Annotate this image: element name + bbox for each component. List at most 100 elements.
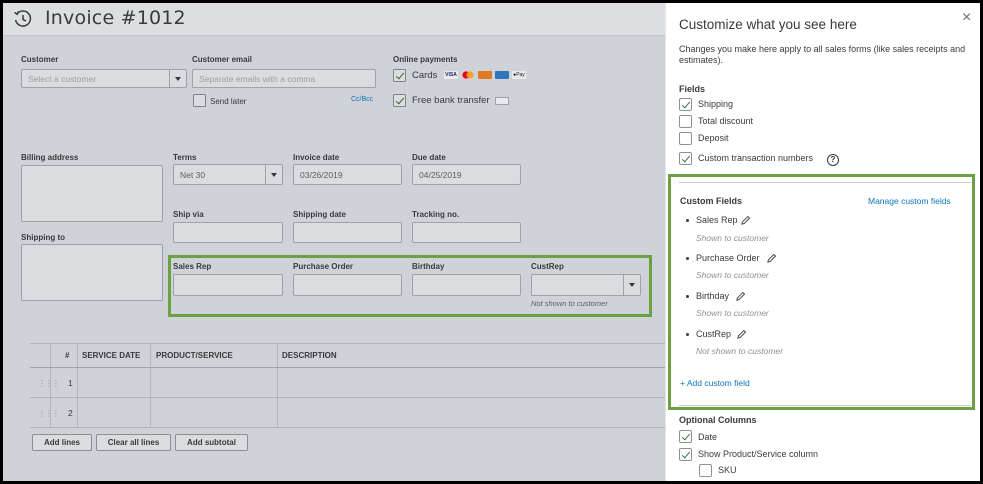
line-items-section: # SERVICE DATE PRODUCT/SERVICE DESCRIPTI…: [3, 331, 665, 481]
row-number: 2: [68, 408, 73, 418]
birthday-input[interactable]: [412, 274, 521, 296]
total-discount-checkbox[interactable]: [679, 115, 692, 128]
tracking-no-label: Tracking no.: [412, 210, 460, 219]
send-later-label: Send later: [210, 97, 247, 106]
table-row[interactable]: ⋮⋮⋮ 2: [30, 398, 665, 428]
invoice-date-input[interactable]: 03/26/2019: [293, 164, 402, 185]
date-column-checkbox[interactable]: [679, 430, 692, 443]
column-divider: [50, 368, 51, 397]
drag-handle-icon[interactable]: ⋮⋮⋮: [38, 379, 60, 388]
customer-email-input[interactable]: Separate emails with a comma: [192, 69, 376, 88]
custom-field-visibility: Shown to customer: [696, 233, 769, 243]
online-payments-label: Online payments: [393, 55, 458, 64]
custrep-dropdown-button[interactable]: [623, 275, 640, 295]
column-divider: [77, 344, 78, 367]
pencil-icon[interactable]: [766, 253, 777, 264]
chevron-down-icon: [175, 76, 181, 81]
billing-address-input[interactable]: [21, 165, 163, 222]
manage-custom-fields-link[interactable]: Manage custom fields: [868, 196, 951, 206]
product-service-column-checkbox[interactable]: [679, 448, 692, 461]
mastercard-icon: [462, 71, 474, 79]
bullet: [686, 333, 689, 336]
custrep-visibility-note: Not shown to customer: [531, 299, 608, 308]
custom-field-visibility: Shown to customer: [696, 270, 769, 280]
custrep-select[interactable]: [531, 274, 641, 296]
chevron-down-icon: [629, 283, 635, 287]
shipping-to-label: Shipping to: [21, 233, 65, 242]
terms-value: Net 30: [180, 169, 206, 180]
deposit-checkbox[interactable]: [679, 132, 692, 145]
cc-bcc-link[interactable]: Cc/Bcc: [351, 96, 373, 103]
add-lines-button[interactable]: Add lines: [32, 434, 92, 451]
add-custom-field-link[interactable]: + Add custom field: [680, 378, 750, 388]
total-discount-label: Total discount: [698, 116, 754, 126]
shipping-date-input[interactable]: [293, 222, 402, 243]
invoice-date-value: 03/26/2019: [300, 169, 343, 180]
custom-field-label: Birthday: [412, 262, 445, 271]
sales-rep-input[interactable]: [173, 274, 283, 296]
customize-panel: Customize what you see here × Changes yo…: [665, 3, 980, 481]
col-header-number: #: [65, 351, 70, 360]
free-bank-transfer-label: Free bank transfer: [412, 95, 490, 106]
custom-field-name: Birthday: [696, 291, 730, 301]
shipping-label: Shipping: [698, 99, 734, 109]
customer-dropdown-button[interactable]: [169, 70, 186, 87]
deposit-label: Deposit: [698, 133, 729, 143]
custom-fields-heading: Custom Fields: [680, 196, 743, 206]
pencil-icon[interactable]: [735, 291, 746, 302]
apple-pay-icon: ●Pay: [512, 71, 526, 79]
amex-icon: [495, 71, 509, 79]
history-icon[interactable]: [13, 9, 33, 29]
optional-columns-heading: Optional Columns: [679, 415, 757, 425]
column-divider: [277, 344, 278, 367]
shipping-date-label: Shipping date: [293, 210, 346, 219]
date-column-label: Date: [698, 432, 718, 442]
chevron-down-icon: [271, 172, 277, 177]
pencil-icon[interactable]: [736, 329, 747, 340]
column-divider: [277, 398, 278, 427]
column-divider: [150, 398, 151, 427]
custom-transaction-numbers-label: Custom transaction numbers: [698, 153, 814, 163]
due-date-input[interactable]: 04/25/2019: [412, 164, 521, 185]
bullet: [686, 219, 689, 222]
shipping-checkbox[interactable]: [679, 98, 692, 111]
pencil-icon[interactable]: [740, 215, 751, 226]
col-header-description: DESCRIPTION: [282, 351, 337, 360]
column-divider: [50, 344, 51, 367]
app-frame: Invoice #1012 Customer Select a customer…: [3, 3, 980, 481]
terms-select[interactable]: Net 30: [173, 164, 283, 185]
bullet: [686, 295, 689, 298]
terms-dropdown-button[interactable]: [265, 165, 282, 184]
cards-checkbox[interactable]: [393, 69, 406, 82]
sku-checkbox[interactable]: [699, 464, 712, 477]
cards-label: Cards: [412, 70, 438, 81]
col-header-product-service: PRODUCT/SERVICE: [156, 351, 233, 360]
clear-all-lines-button[interactable]: Clear all lines: [96, 434, 171, 451]
tracking-no-input[interactable]: [412, 222, 521, 243]
row-number: 1: [68, 378, 73, 388]
invoice-title: Invoice #1012: [45, 7, 186, 29]
customer-email-label: Customer email: [192, 55, 253, 64]
visa-icon: VISA: [444, 71, 458, 79]
col-header-service-date: SERVICE DATE: [82, 351, 141, 360]
add-subtotal-button[interactable]: Add subtotal: [175, 434, 248, 451]
custom-field-name: Sales Rep: [696, 215, 738, 225]
ship-via-label: Ship via: [173, 210, 204, 219]
fields-heading: Fields: [679, 84, 706, 94]
custom-transaction-numbers-checkbox[interactable]: [679, 152, 692, 165]
ship-via-input[interactable]: [173, 222, 283, 243]
custom-field-label: Purchase Order: [293, 262, 354, 271]
drag-handle-icon[interactable]: ⋮⋮⋮: [38, 409, 60, 418]
table-row[interactable]: ⋮⋮⋮ 1: [30, 368, 665, 398]
send-later-checkbox[interactable]: [193, 94, 206, 107]
free-bank-transfer-checkbox[interactable]: [393, 94, 406, 107]
custom-field-visibility: Shown to customer: [696, 308, 769, 318]
due-date-value: 04/25/2019: [419, 169, 462, 180]
discover-icon: [478, 71, 492, 79]
custom-field-label: CustRep: [531, 262, 564, 271]
purchase-order-input[interactable]: [293, 274, 402, 296]
close-icon[interactable]: ×: [962, 9, 971, 27]
shipping-to-input[interactable]: [21, 244, 163, 301]
help-icon[interactable]: ?: [827, 154, 839, 166]
customer-select[interactable]: Select a customer: [21, 69, 187, 88]
